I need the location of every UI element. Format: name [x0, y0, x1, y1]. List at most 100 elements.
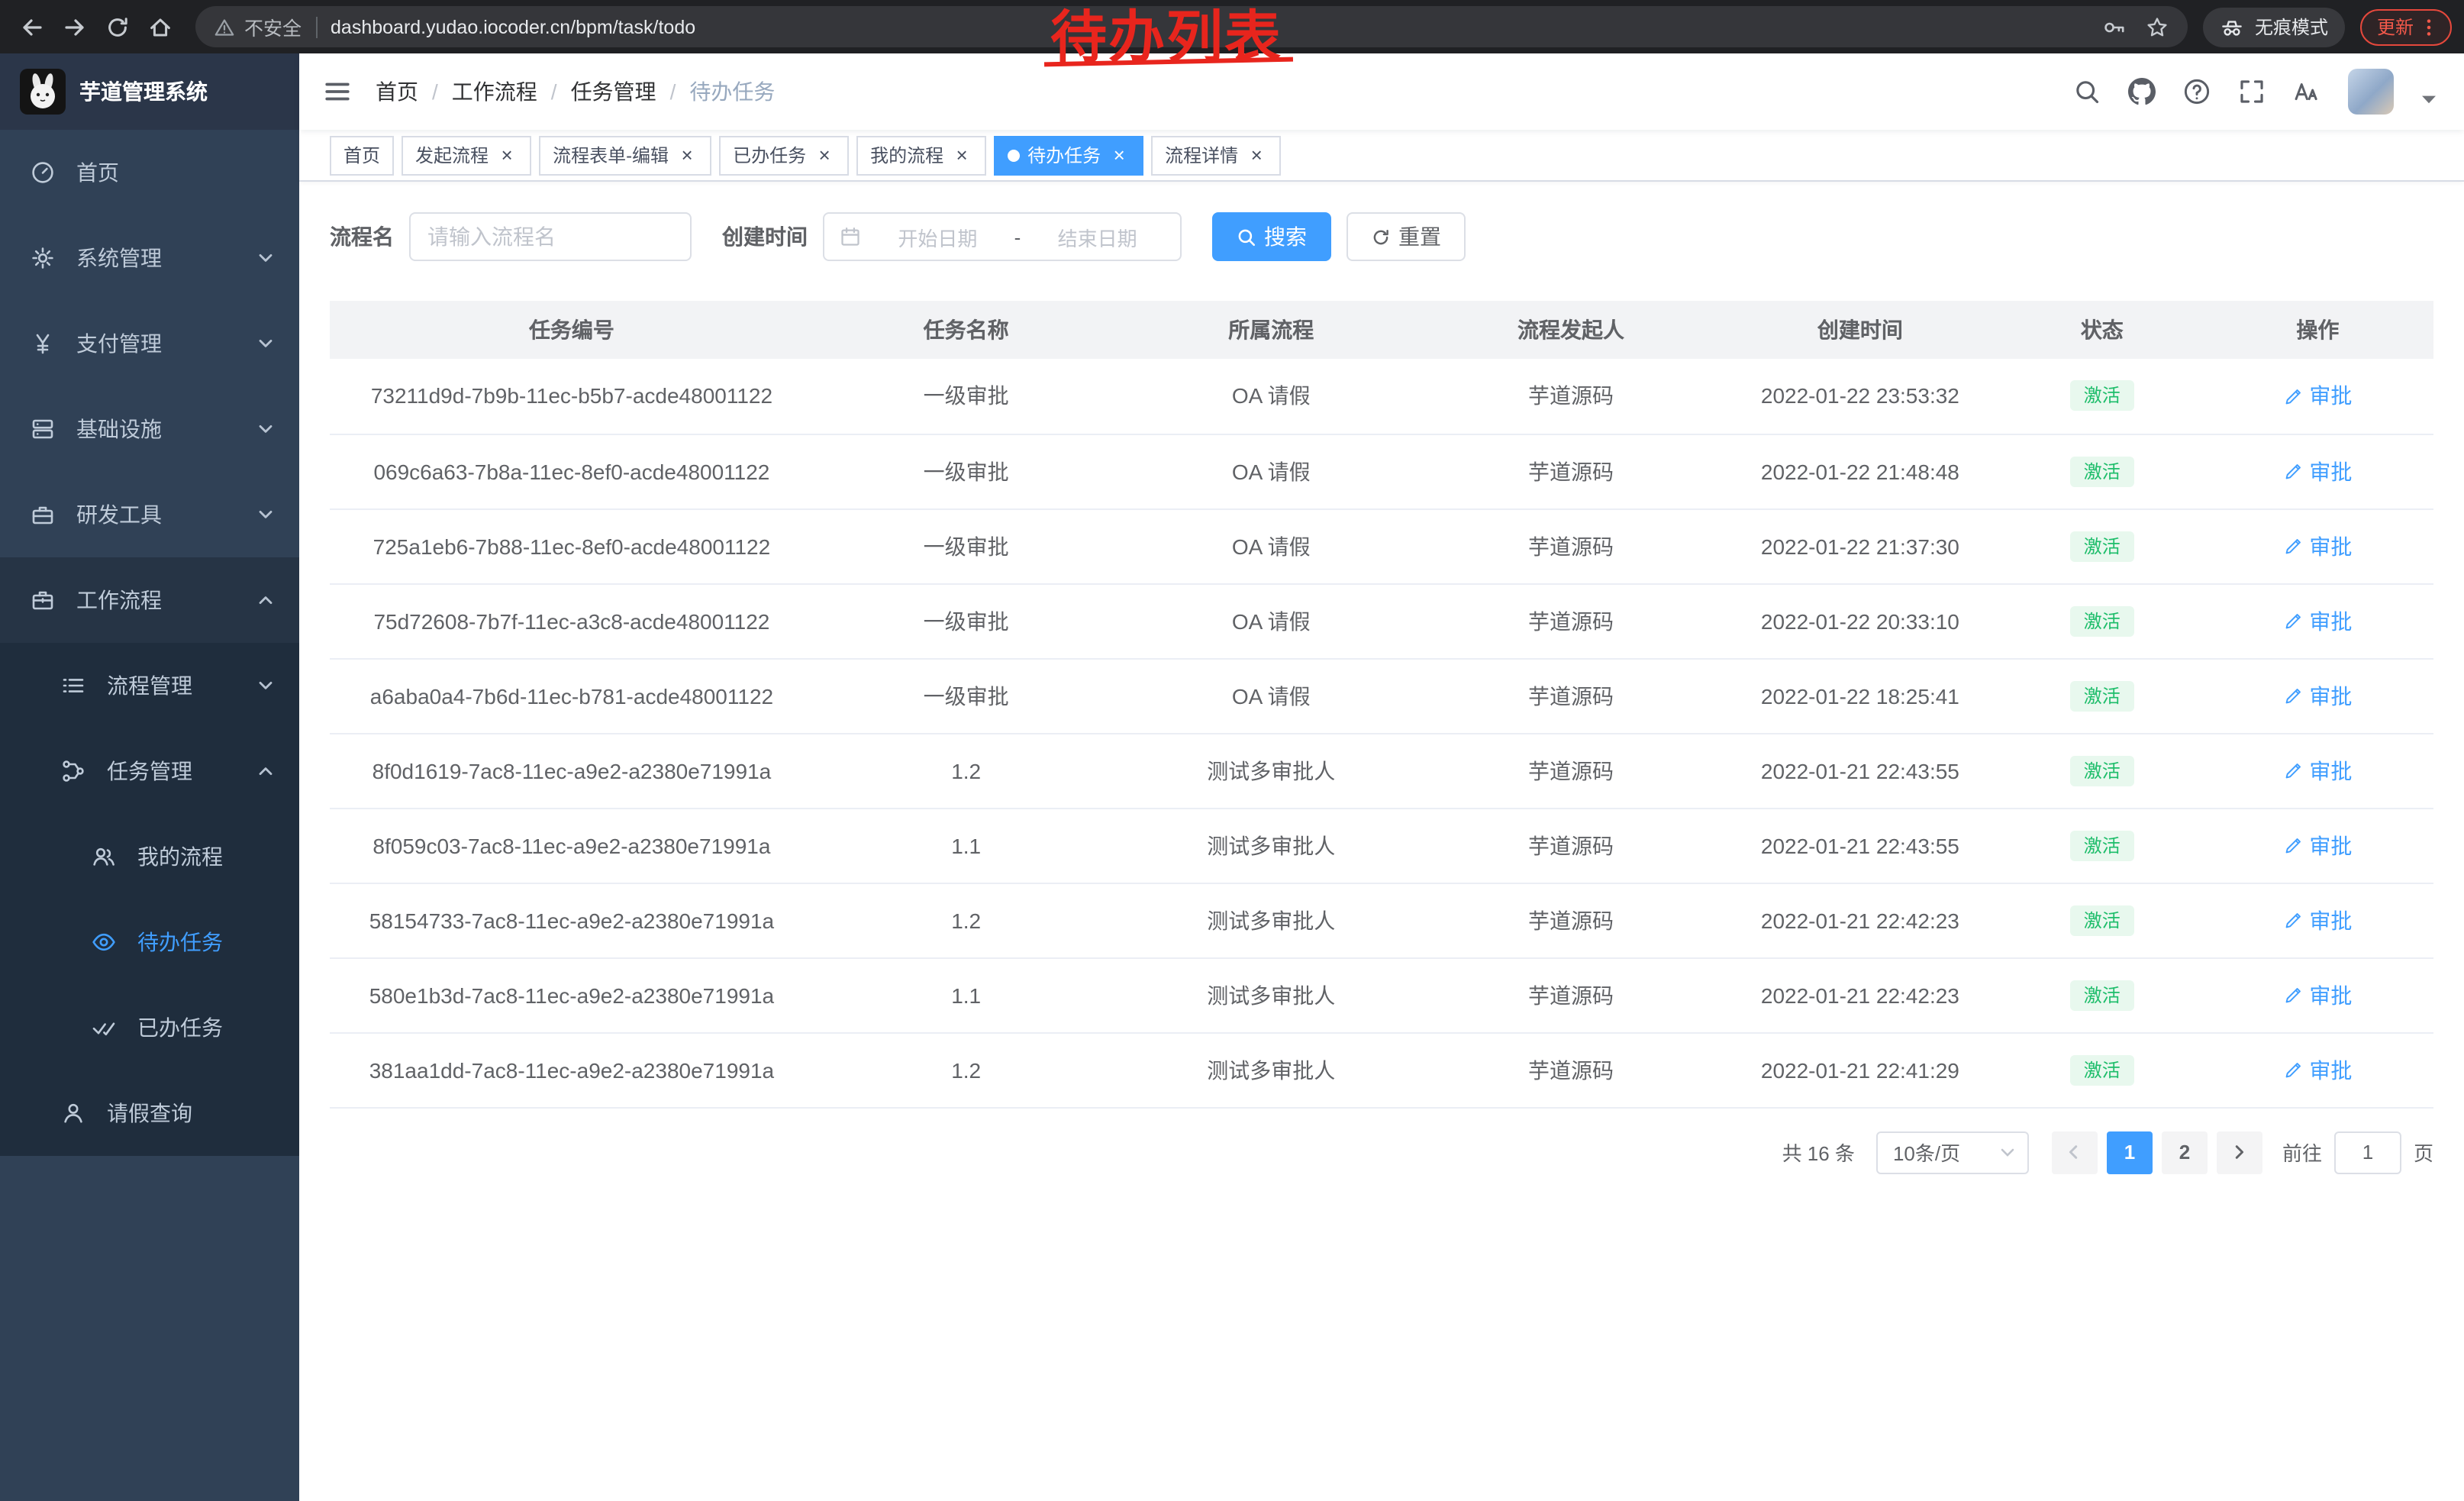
cell-created: 2022-01-21 22:43:55	[1718, 808, 2002, 883]
approve-link[interactable]: 审批	[2283, 830, 2352, 860]
kebab-menu-icon[interactable]	[2418, 16, 2440, 37]
close-icon[interactable]	[496, 144, 518, 166]
incognito-label: 无痕模式	[2255, 14, 2328, 40]
close-icon[interactable]	[1246, 144, 1267, 166]
page-size-select[interactable]: 10条/页	[1876, 1131, 2029, 1173]
sidebar-item-system-management[interactable]: 系统管理	[0, 215, 299, 301]
search-button[interactable]: 搜索	[1212, 212, 1331, 261]
tab-process-detail[interactable]: 流程详情	[1151, 135, 1281, 175]
page-button-2[interactable]: 2	[2162, 1131, 2208, 1173]
tab-form-edit[interactable]: 流程表单-编辑	[539, 135, 711, 175]
breadcrumb-item-workflow[interactable]: 工作流程	[452, 76, 537, 107]
cell-initiator: 芋道源码	[1424, 808, 1718, 883]
tab-done-task[interactable]: 已办任务	[719, 135, 849, 175]
approve-link[interactable]: 审批	[2283, 1054, 2352, 1085]
tab-home[interactable]: 首页	[330, 135, 394, 175]
font-size-icon[interactable]	[2293, 78, 2320, 105]
approve-link[interactable]: 审批	[2283, 605, 2352, 636]
table-header-row: 任务编号任务名称所属流程流程发起人创建时间状态操作	[330, 301, 2433, 359]
update-button[interactable]: 更新	[2360, 8, 2452, 45]
date-range-picker[interactable]: 开始日期 - 结束日期	[823, 212, 1182, 261]
cell-task-name: 1.2	[814, 883, 1119, 957]
tab-todo-task[interactable]: 待办任务	[994, 135, 1143, 175]
approve-link[interactable]: 审批	[2283, 456, 2352, 486]
approve-link-label: 审批	[2309, 830, 2352, 860]
caret-down-icon[interactable]	[2421, 95, 2437, 105]
approve-link[interactable]: 审批	[2283, 755, 2352, 786]
cell-task-name: 一级审批	[814, 359, 1119, 434]
approve-link[interactable]: 审批	[2283, 905, 2352, 935]
cell-process: 测试多审批人	[1118, 808, 1424, 883]
approve-link[interactable]: 审批	[2283, 980, 2352, 1010]
sidebar-item-payment-management[interactable]: 支付管理	[0, 301, 299, 386]
cell-task-name: 一级审批	[814, 508, 1119, 583]
sidebar-item-home[interactable]: 首页	[0, 130, 299, 215]
help-icon[interactable]	[2183, 78, 2211, 105]
table-row: 8f0d1619-7ac8-11ec-a9e2-a2380e71991a 1.2…	[330, 733, 2433, 808]
sidebar-item-dev-tools[interactable]: 研发工具	[0, 472, 299, 557]
close-icon[interactable]	[1108, 144, 1130, 166]
browser-back-button[interactable]	[12, 7, 52, 47]
sidebar-item-leave-query[interactable]: 请假查询	[0, 1070, 299, 1156]
star-icon[interactable]	[2145, 15, 2169, 39]
browser-reload-button[interactable]	[98, 7, 137, 47]
sidebar-item-task-management[interactable]: 任务管理	[0, 728, 299, 814]
key-icon[interactable]	[2102, 15, 2127, 39]
page-button-1[interactable]: 1	[2107, 1131, 2153, 1173]
approve-link[interactable]: 审批	[2283, 531, 2352, 561]
cell-created: 2022-01-21 22:43:55	[1718, 733, 2002, 808]
approve-link-label: 审批	[2309, 381, 2352, 412]
create-time-label: 创建时间	[722, 221, 808, 252]
status-badge: 激活	[2070, 980, 2134, 1010]
sidebar-item-workflow[interactable]: 工作流程	[0, 557, 299, 643]
tab-start-process[interactable]: 发起流程	[402, 135, 531, 175]
browser-home-button[interactable]	[140, 7, 180, 47]
sidebar-item-infrastructure[interactable]: 基础设施	[0, 386, 299, 472]
status-badge: 激活	[2070, 381, 2134, 412]
approve-link[interactable]: 审批	[2283, 680, 2352, 711]
breadcrumb-item-home[interactable]: 首页	[376, 76, 418, 107]
process-name-input[interactable]	[409, 212, 692, 261]
sidebar-item-label: 系统管理	[76, 243, 162, 273]
reset-button[interactable]: 重置	[1346, 212, 1466, 261]
cell-action: 审批	[2202, 808, 2433, 883]
approve-link[interactable]: 审批	[2283, 381, 2352, 412]
sidebar-item-my-process[interactable]: 我的流程	[0, 814, 299, 899]
filter-bar: 流程名 创建时间 开始日期 - 结束日期 搜索 重	[330, 212, 2433, 261]
next-page-button[interactable]	[2217, 1131, 2262, 1173]
close-icon[interactable]	[814, 144, 835, 166]
app-logo[interactable]: 芋道管理系统	[0, 53, 299, 130]
sidebar-item-label: 已办任务	[137, 1012, 223, 1043]
cell-task-id: 8f0d1619-7ac8-11ec-a9e2-a2380e71991a	[330, 733, 814, 808]
close-icon[interactable]	[951, 144, 972, 166]
flow-icon	[61, 759, 85, 783]
server-icon	[31, 417, 55, 441]
sidebar-item-done-task[interactable]: 已办任务	[0, 985, 299, 1070]
cell-initiator: 芋道源码	[1424, 508, 1718, 583]
app-shell: 芋道管理系统 首页 系统管理 支付管理 基础设施 研发工具 工作流程 流程管理 …	[0, 53, 2464, 1501]
tags-view: 首页 发起流程 流程表单-编辑 已办任务 我的流程 待办任务 流程详情	[299, 130, 2464, 182]
github-icon[interactable]	[2128, 78, 2156, 105]
close-icon[interactable]	[676, 144, 698, 166]
chevron-down-icon	[256, 676, 275, 695]
sidebar-item-todo-task[interactable]: 待办任务	[0, 899, 299, 985]
edit-pencil-icon	[2283, 910, 2303, 930]
sidebar-item-process-management[interactable]: 流程管理	[0, 643, 299, 728]
cell-initiator: 芋道源码	[1424, 883, 1718, 957]
cell-process: 测试多审批人	[1118, 883, 1424, 957]
breadcrumb-item-task-management[interactable]: 任务管理	[571, 76, 656, 107]
goto-suffix: 页	[2414, 1138, 2433, 1167]
edit-pencil-icon	[2283, 835, 2303, 855]
refresh-icon	[1371, 227, 1391, 247]
hamburger-icon[interactable]	[322, 76, 353, 107]
tab-my-process[interactable]: 我的流程	[856, 135, 986, 175]
goto-page-input[interactable]	[2334, 1131, 2401, 1173]
fullscreen-icon[interactable]	[2238, 78, 2266, 105]
avatar[interactable]	[2348, 69, 2394, 115]
cell-process: 测试多审批人	[1118, 1032, 1424, 1107]
prev-page-button[interactable]	[2052, 1131, 2098, 1173]
address-bar[interactable]: 不安全 dashboard.yudao.iocoder.cn/bpm/task/…	[195, 6, 2188, 47]
search-icon[interactable]	[2073, 78, 2101, 105]
cell-status: 激活	[2002, 359, 2202, 434]
browser-forward-button[interactable]	[55, 7, 95, 47]
